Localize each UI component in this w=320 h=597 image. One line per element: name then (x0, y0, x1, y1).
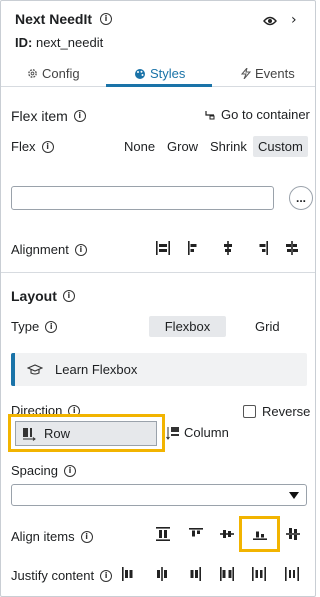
align-self-stretch-icon[interactable] (154, 239, 172, 257)
direction-column-label: Column (184, 425, 229, 440)
type-label: Type i (11, 319, 58, 334)
info-icon[interactable]: i (45, 320, 58, 333)
learn-flexbox-banner[interactable]: Learn Flexbox (11, 353, 307, 386)
panel-header: Next NeedIt i (15, 11, 113, 27)
flex-label-text: Flex (11, 139, 36, 154)
tab-config[interactable]: Config (27, 66, 80, 81)
chevron-right-icon[interactable]: › (291, 12, 297, 28)
gear-icon (28, 69, 37, 78)
info-icon[interactable]: i (41, 140, 54, 153)
alignment-label-text: Alignment (11, 242, 69, 257)
align-items-center-icon[interactable] (218, 525, 236, 543)
type-option-flexbox[interactable]: Flexbox (149, 316, 226, 337)
align-self-baseline-icon[interactable] (283, 239, 301, 257)
info-icon[interactable]: i (74, 243, 87, 256)
align-self-start-icon[interactable] (185, 239, 203, 257)
flex-option-shrink[interactable]: Shrink (205, 136, 252, 157)
id-label: ID: (15, 35, 33, 50)
flex-item-heading: Flex item i (11, 108, 86, 124)
row-direction-icon (23, 427, 36, 441)
spacing-select[interactable] (11, 484, 307, 506)
tab-styles-label: Styles (150, 66, 186, 81)
align-items-label-text: Align items (11, 529, 75, 544)
justify-space-between-icon[interactable] (218, 565, 236, 583)
justify-space-around-icon[interactable] (250, 565, 268, 583)
component-id: ID: next_needit (15, 35, 103, 50)
justify-content-label: Justify content i (11, 568, 113, 583)
reverse-checkbox[interactable] (243, 405, 256, 418)
alignment-label: Alignment i (11, 242, 87, 257)
flex-option-custom[interactable]: Custom (253, 136, 308, 157)
container-icon (205, 110, 215, 119)
align-self-center-icon[interactable] (219, 239, 237, 257)
learn-flexbox-label: Learn Flexbox (55, 362, 138, 377)
properties-panel: Next NeedIt i ID: next_needit › Config S… (0, 0, 316, 597)
active-tab-indicator (106, 84, 212, 87)
spacing-label-text: Spacing (11, 463, 58, 478)
info-icon[interactable]: i (62, 290, 75, 302)
info-icon[interactable]: i (73, 110, 86, 122)
align-items-start-icon[interactable] (187, 525, 205, 543)
graduation-cap-icon (27, 363, 43, 375)
info-icon[interactable]: i (100, 569, 113, 582)
justify-content-label-text: Justify content (11, 568, 95, 583)
direction-row-button[interactable]: Row (15, 421, 157, 446)
column-direction-icon (166, 426, 179, 440)
info-icon[interactable]: i (80, 530, 93, 543)
align-items-end-icon[interactable] (251, 525, 269, 543)
flex-label: Flex i (11, 139, 54, 154)
spacing-label: Spacing i (11, 463, 76, 478)
reverse-checkbox-row[interactable]: Reverse (243, 404, 310, 419)
flex-custom-input[interactable] (11, 186, 274, 210)
align-items-baseline-icon[interactable] (284, 525, 302, 543)
info-icon[interactable]: i (63, 464, 76, 477)
type-option-grid[interactable]: Grid (250, 316, 285, 337)
palette-icon (135, 68, 145, 79)
go-to-container-label: Go to container (221, 107, 310, 122)
component-title: Next NeedIt (15, 11, 93, 27)
id-value: next_needit (35, 35, 104, 50)
justify-start-icon[interactable] (120, 565, 138, 583)
flex-option-none[interactable]: None (119, 136, 160, 157)
info-icon[interactable]: i (100, 13, 113, 25)
eye-icon[interactable] (263, 14, 277, 29)
justify-center-icon[interactable] (153, 565, 171, 583)
align-self-end-icon[interactable] (253, 239, 271, 257)
justify-end-icon[interactable] (185, 565, 203, 583)
direction-column-button[interactable]: Column (166, 425, 229, 440)
tab-events-label: Events (255, 66, 295, 81)
tab-config-label: Config (42, 66, 80, 81)
chevron-down-icon (289, 492, 299, 499)
flex-item-title: Flex item (11, 108, 68, 124)
tab-events[interactable]: Events (241, 66, 295, 81)
align-items-label: Align items i (11, 529, 93, 544)
layout-heading: Layout i (11, 288, 75, 304)
tab-styles[interactable]: Styles (134, 66, 185, 81)
bolt-icon (241, 68, 251, 79)
type-label-text: Type (11, 319, 40, 334)
align-items-stretch-icon[interactable] (154, 525, 172, 543)
flex-option-grow[interactable]: Grow (162, 136, 203, 157)
section-divider (1, 272, 315, 273)
go-to-container-link[interactable]: Go to container (205, 107, 310, 122)
reverse-label: Reverse (262, 404, 311, 419)
layout-title: Layout (11, 288, 57, 304)
more-options-button[interactable]: ... (289, 186, 313, 210)
direction-row-label: Row (44, 426, 71, 441)
tab-bar: Config Styles Events (1, 61, 315, 87)
justify-space-evenly-icon[interactable] (283, 565, 301, 583)
